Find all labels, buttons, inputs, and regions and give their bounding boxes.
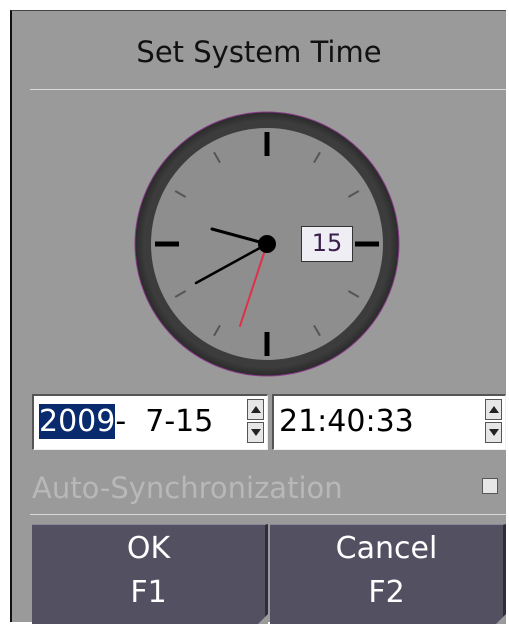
date-spinner[interactable]: [247, 399, 264, 445]
date-down-button[interactable]: [247, 422, 264, 443]
cancel-button-key: F2: [368, 575, 405, 610]
time-field[interactable]: 21:40:33: [272, 394, 506, 450]
dialog-title: Set System Time: [136, 35, 382, 69]
arrow-up-icon: [489, 406, 499, 413]
arrow-down-icon: [489, 429, 499, 436]
year-segment[interactable]: 2009: [39, 404, 116, 439]
time-spinner[interactable]: [485, 399, 502, 445]
buttons-divider: [30, 514, 506, 515]
date-field[interactable]: 2009- 7-15: [32, 394, 268, 450]
cancel-button[interactable]: Cancel F2: [270, 524, 506, 624]
time-up-button[interactable]: [485, 399, 502, 420]
analog-clock: 15: [134, 111, 400, 377]
title-divider: [30, 89, 506, 90]
cancel-button-label: Cancel: [335, 531, 438, 566]
button-corner: [496, 614, 506, 624]
ok-button-key: F1: [130, 575, 167, 610]
ok-button[interactable]: OK F1: [32, 524, 268, 624]
arrow-down-icon: [251, 429, 261, 436]
ok-button-label: OK: [126, 531, 171, 566]
date-badge: 15: [301, 226, 353, 262]
set-time-dialog: Set System Time 15 2009- 7-15 21:40:33 A…: [10, 10, 506, 624]
auto-sync-checkbox[interactable]: [482, 478, 498, 494]
date-up-button[interactable]: [247, 399, 264, 420]
auto-sync-label: Auto-Synchronization: [32, 471, 343, 505]
button-corner: [258, 614, 268, 624]
month-day-segment[interactable]: - 7-15: [115, 404, 213, 439]
arrow-up-icon: [251, 406, 261, 413]
time-down-button[interactable]: [485, 422, 502, 443]
time-value[interactable]: 21:40:33: [279, 396, 414, 448]
